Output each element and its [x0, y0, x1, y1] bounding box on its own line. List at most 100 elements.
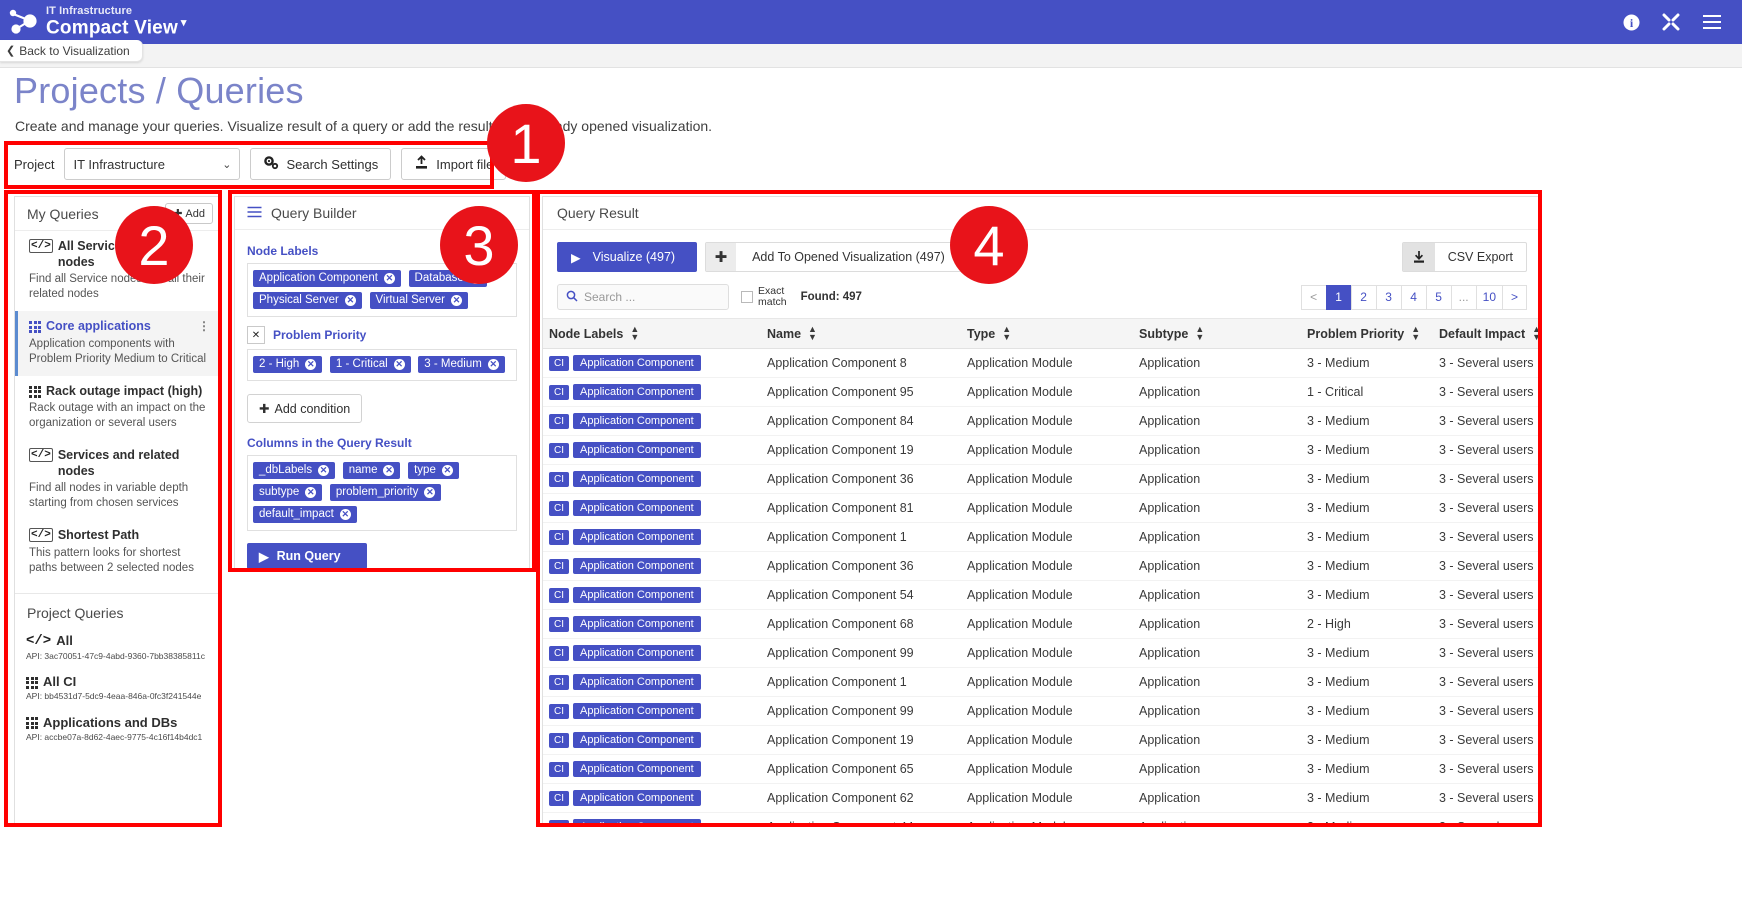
search-input[interactable]: Search ... — [557, 284, 729, 310]
table-row[interactable]: CIApplication ComponentApplication Compo… — [543, 407, 1542, 436]
remove-chip-icon[interactable]: ✕ — [384, 273, 395, 284]
cell-type: Application Module — [961, 581, 1133, 610]
column-header-type[interactable]: Type▲▼ — [961, 319, 1133, 349]
add-query-button[interactable]: ✚ Add — [165, 203, 213, 224]
column-header-subtype[interactable]: Subtype▲▼ — [1133, 319, 1301, 349]
column-header-name[interactable]: Name▲▼ — [761, 319, 961, 349]
table-row[interactable]: CIApplication ComponentApplication Compo… — [543, 755, 1542, 784]
remove-chip-icon[interactable]: ✕ — [451, 295, 462, 306]
column-header-default-impact[interactable]: Default Impact▲▼ — [1433, 319, 1542, 349]
sort-icon[interactable]: ▲▼ — [1195, 326, 1204, 341]
csv-export-button[interactable]: CSV Export — [1402, 242, 1527, 272]
page-button-5[interactable]: 5 — [1426, 285, 1451, 310]
search-settings-label: Search Settings — [286, 157, 378, 172]
add-to-opened-visualization-button[interactable]: ✚ Add To Opened Visualization (497) — [705, 242, 962, 272]
column-chip[interactable]: default_impact✕ — [253, 506, 357, 523]
table-row[interactable]: CIApplication ComponentApplication Compo… — [543, 697, 1542, 726]
add-condition-button[interactable]: ✚ Add condition — [247, 394, 362, 423]
table-row[interactable]: CIApplication ComponentApplication Compo… — [543, 784, 1542, 813]
network-nodes-logo[interactable] — [0, 0, 46, 44]
visualize-button[interactable]: ▶ Visualize (497) — [557, 242, 697, 272]
node-label-chip[interactable]: Database✕ — [409, 270, 487, 287]
table-row[interactable]: CIApplication ComponentApplication Compo… — [543, 552, 1542, 581]
page-prev-button[interactable]: < — [1301, 285, 1326, 310]
page-button-4[interactable]: 4 — [1401, 285, 1426, 310]
column-chip[interactable]: type✕ — [408, 462, 459, 479]
query-item-description: Find all nodes in variable depth startin… — [29, 481, 211, 511]
column-chip[interactable]: name✕ — [343, 462, 401, 479]
sort-icon[interactable]: ▲▼ — [630, 326, 639, 341]
sort-icon[interactable]: ▲▼ — [808, 326, 817, 341]
table-row[interactable]: CIApplication ComponentApplication Compo… — [543, 465, 1542, 494]
table-row[interactable]: CIApplication ComponentApplication Compo… — [543, 349, 1542, 378]
sort-icon[interactable]: ▲▼ — [1532, 326, 1541, 341]
cell-subtype: Application — [1133, 610, 1301, 639]
query-list-item-shortest-path[interactable]: </> Shortest Path This pattern looks for… — [15, 520, 221, 585]
table-row[interactable]: CIApplication ComponentApplication Compo… — [543, 668, 1542, 697]
page-button-1[interactable]: 1 — [1326, 285, 1351, 310]
brand-title[interactable]: Compact View▾ — [46, 18, 187, 38]
node-label-chip[interactable]: Physical Server✕ — [253, 292, 362, 309]
remove-chip-icon[interactable]: ✕ — [442, 465, 453, 476]
table-row[interactable]: CIApplication ComponentApplication Compo… — [543, 436, 1542, 465]
remove-chip-icon[interactable]: ✕ — [383, 465, 394, 476]
back-to-visualization-button[interactable]: ❮ Back to Visualization — [0, 40, 143, 62]
table-row[interactable]: CIApplication ComponentApplication Compo… — [543, 813, 1542, 827]
node-label-chip[interactable]: Virtual Server✕ — [370, 292, 468, 309]
search-settings-button[interactable]: Search Settings — [250, 148, 391, 180]
column-chip[interactable]: _dbLabels✕ — [253, 462, 335, 479]
query-list-item-all-service[interactable]: </> All Service and related nodes Find a… — [15, 231, 221, 311]
import-file-button[interactable]: Import file — [401, 148, 506, 180]
remove-chip-icon[interactable]: ✕ — [318, 465, 329, 476]
table-row[interactable]: CIApplication ComponentApplication Compo… — [543, 639, 1542, 668]
info-icon[interactable]: i — [1623, 14, 1640, 31]
remove-chip-icon[interactable]: ✕ — [424, 487, 435, 498]
table-row[interactable]: CIApplication ComponentApplication Compo… — [543, 581, 1542, 610]
table-row[interactable]: CIApplication ComponentApplication Compo… — [543, 494, 1542, 523]
table-row[interactable]: CIApplication ComponentApplication Compo… — [543, 610, 1542, 639]
table-row[interactable]: CIApplication ComponentApplication Compo… — [543, 523, 1542, 552]
query-list-item-rack-outage[interactable]: Rack outage impact (high) Rack outage wi… — [15, 376, 221, 441]
node-label-badge: Application Component — [573, 471, 701, 487]
expand-icon[interactable] — [1662, 13, 1680, 31]
more-options-icon[interactable]: ⋮ — [198, 319, 211, 334]
node-label-chip[interactable]: Application Component✕ — [253, 270, 401, 287]
project-query-item-all-ci[interactable]: All CI API: bb4531d7-5dc9-4eaa-846a-0fc3… — [15, 671, 221, 711]
condition-value-chip[interactable]: 1 - Critical✕ — [330, 356, 411, 373]
chevron-down-icon[interactable]: ▾ — [181, 17, 187, 29]
column-header-problem-priority[interactable]: Problem Priority▲▼ — [1301, 319, 1433, 349]
remove-chip-icon[interactable]: ✕ — [340, 509, 351, 520]
column-chip[interactable]: subtype✕ — [253, 484, 322, 501]
checkbox-icon[interactable] — [741, 291, 753, 303]
table-row[interactable]: CIApplication ComponentApplication Compo… — [543, 378, 1542, 407]
hamburger-menu-icon[interactable] — [1702, 14, 1722, 30]
remove-chip-icon[interactable]: ✕ — [305, 487, 316, 498]
run-query-button[interactable]: ▶ Run Query — [247, 543, 367, 569]
brand[interactable]: IT Infrastructure Compact View▾ — [46, 6, 187, 38]
column-header-node-labels[interactable]: Node Labels▲▼ — [543, 319, 761, 349]
table-row[interactable]: CIApplication ComponentApplication Compo… — [543, 726, 1542, 755]
project-select[interactable]: IT Infrastructure ⌄ — [64, 148, 240, 180]
hamburger-icon[interactable] — [247, 205, 262, 221]
exact-match-checkbox[interactable]: Exact match — [741, 286, 787, 308]
page-button-3[interactable]: 3 — [1376, 285, 1401, 310]
query-list-item-services-related[interactable]: </> Services and related nodes Find all … — [15, 440, 221, 520]
remove-chip-icon[interactable]: ✕ — [345, 295, 356, 306]
remove-chip-icon[interactable]: ✕ — [305, 359, 316, 370]
project-query-item-all[interactable]: </> All API: 3ac70051-47c9-4abd-9360-7bb… — [15, 630, 221, 671]
condition-value-chip[interactable]: 3 - Medium✕ — [418, 356, 505, 373]
remove-chip-icon[interactable]: ✕ — [488, 359, 499, 370]
sort-icon[interactable]: ▲▼ — [1002, 326, 1011, 341]
page-next-button[interactable]: > — [1502, 285, 1527, 310]
query-list-item-core-applications[interactable]: Core applications ⋮ Application componen… — [15, 311, 221, 376]
remove-chip-icon[interactable]: ✕ — [470, 273, 481, 284]
page-button-2[interactable]: 2 — [1351, 285, 1376, 310]
remove-condition-button[interactable]: ✕ — [247, 326, 265, 344]
project-query-item-applications-dbs[interactable]: Applications and DBs API: accbe07a-8d62-… — [15, 712, 221, 752]
condition-value-chip[interactable]: 2 - High✕ — [253, 356, 322, 373]
column-chip[interactable]: problem_priority✕ — [330, 484, 441, 501]
sort-icon[interactable]: ▲▼ — [1411, 326, 1420, 341]
cell-name: Application Component 1 — [761, 523, 961, 552]
page-button-10[interactable]: 10 — [1476, 285, 1502, 310]
remove-chip-icon[interactable]: ✕ — [394, 359, 405, 370]
